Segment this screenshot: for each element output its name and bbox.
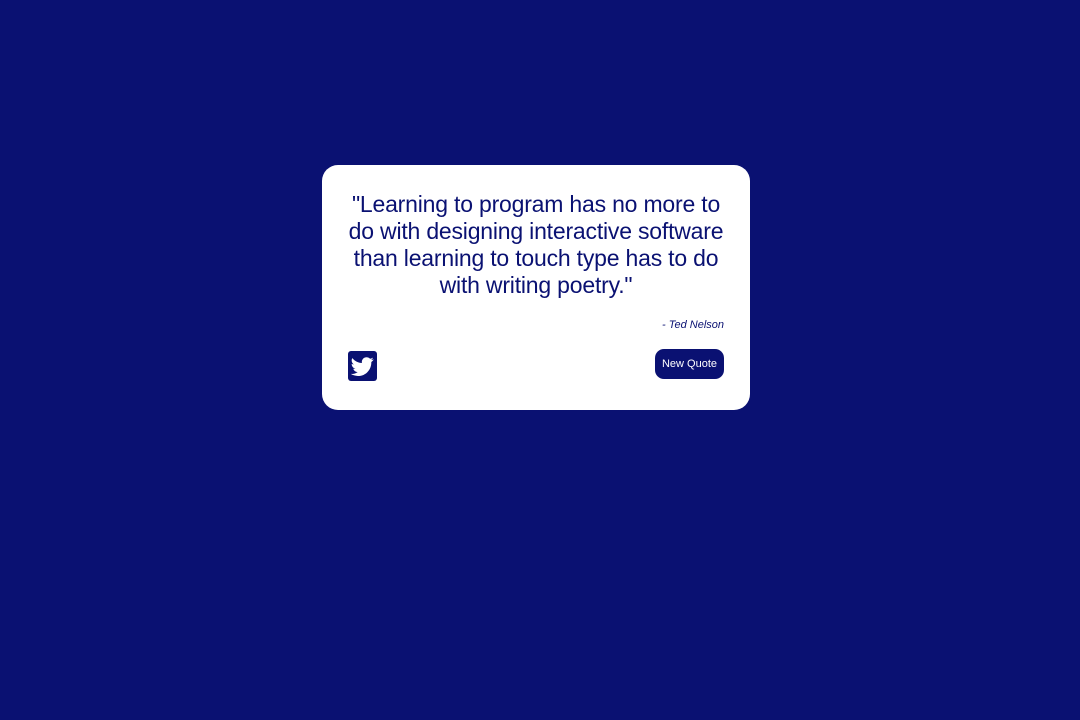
twitter-icon <box>351 355 374 378</box>
tweet-quote-button[interactable] <box>348 351 377 381</box>
quote-box: "Learning to program has no more to do w… <box>322 165 750 410</box>
quote-text: "Learning to program has no more to do w… <box>348 191 724 298</box>
new-quote-button[interactable]: New Quote <box>655 349 724 379</box>
quote-author: - Ted Nelson <box>662 319 724 331</box>
